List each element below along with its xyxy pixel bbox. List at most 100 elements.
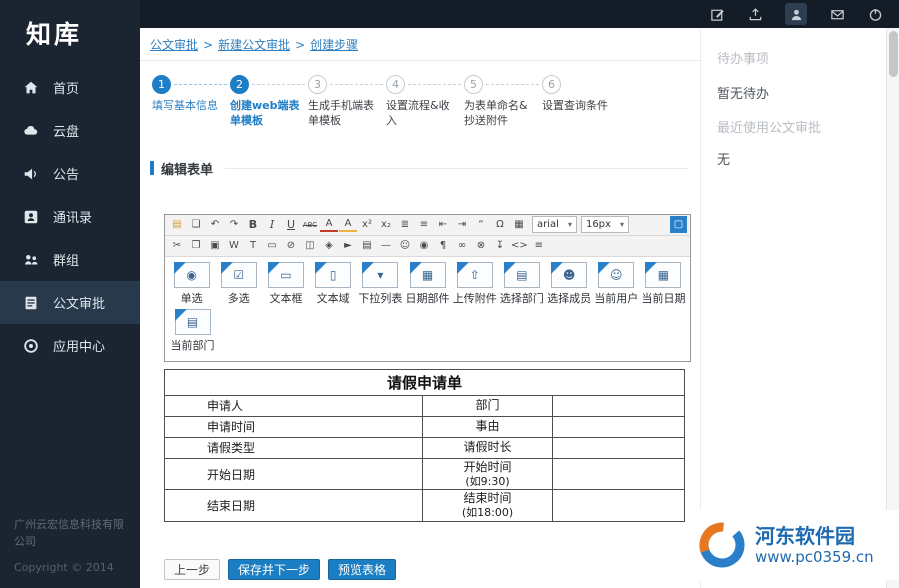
font-family-select[interactable]: arial▾: [532, 216, 577, 233]
upload-widget[interactable]: ⇧ 上传附件: [452, 262, 497, 306]
align-left-icon[interactable]: ≡: [530, 237, 548, 254]
ordered-list-icon[interactable]: ≣: [396, 216, 414, 233]
code-icon[interactable]: <>: [510, 237, 529, 254]
cell-empty[interactable]: [553, 458, 685, 490]
widget-icon: ◉: [174, 262, 210, 288]
select-member-widget[interactable]: ☻ 选择成员: [547, 262, 592, 306]
new-doc-icon[interactable]: ▤: [168, 216, 186, 233]
current-dept-widget[interactable]: ▤ 当前部门: [169, 309, 216, 353]
cell-empty[interactable]: [553, 416, 685, 437]
outdent-icon[interactable]: ⇤: [434, 216, 452, 233]
superscript-icon[interactable]: x²: [358, 216, 376, 233]
cell-empty[interactable]: [553, 490, 685, 522]
step-4: 4 设置流程&收入: [386, 74, 464, 129]
hilite-color-icon[interactable]: A: [339, 217, 357, 232]
font-size-select[interactable]: 16px▾: [581, 216, 629, 233]
widget-icon: ▦: [645, 262, 681, 288]
cell-reason[interactable]: 事由: [423, 416, 553, 437]
cut-icon[interactable]: ✂: [168, 237, 186, 254]
textarea-widget[interactable]: ▯ 文本域: [311, 262, 356, 306]
sidebar-item-document-approval[interactable]: 公文审批: [0, 281, 140, 324]
sidebar-item-home[interactable]: 首页: [0, 66, 140, 109]
blockquote-icon[interactable]: “: [472, 216, 490, 233]
symbol-icon[interactable]: Ω: [491, 216, 509, 233]
bold-icon[interactable]: B: [244, 216, 262, 233]
cell-start-date[interactable]: 开始日期: [165, 458, 423, 490]
radio-widget[interactable]: ◉ 单选: [169, 262, 214, 306]
preview-form-button[interactable]: 预览表格: [328, 559, 396, 580]
mail-icon[interactable]: [829, 6, 845, 22]
image-icon[interactable]: ◫: [301, 237, 319, 254]
preview-icon[interactable]: ❏: [187, 216, 205, 233]
checkbox-widget[interactable]: ☑ 多选: [216, 262, 261, 306]
scrollbar-thumb[interactable]: [889, 31, 898, 77]
strikethrough-icon[interactable]: ABC: [301, 216, 319, 233]
document-approval-icon: [22, 294, 40, 312]
paste-text-icon[interactable]: T: [244, 237, 262, 254]
hr-icon[interactable]: —: [377, 237, 395, 254]
breadcrumb-link-approval[interactable]: 公文审批: [150, 38, 198, 52]
font-color-icon[interactable]: A: [320, 217, 338, 232]
user-icon[interactable]: [785, 3, 807, 25]
unlink-icon[interactable]: ⊗: [472, 237, 490, 254]
select-dept-widget[interactable]: ▤ 选择部门: [499, 262, 544, 306]
anchor-icon[interactable]: ↧: [491, 237, 509, 254]
flash-icon[interactable]: ◈: [320, 237, 338, 254]
cell-apply-time[interactable]: 申请时间: [165, 416, 423, 437]
cell-start-time[interactable]: 开始时间(如9:30): [423, 458, 553, 490]
current-user-widget[interactable]: ☺ 当前用户: [594, 262, 639, 306]
cell-empty[interactable]: [553, 437, 685, 458]
page-break-icon[interactable]: ¶: [434, 237, 452, 254]
power-icon[interactable]: [867, 6, 883, 22]
cell-end-time[interactable]: 结束时间(如18:00): [423, 490, 553, 522]
widget-icon: ▦: [410, 262, 446, 288]
compose-icon[interactable]: [709, 6, 725, 22]
dropdown-widget[interactable]: ▾ 下拉列表: [358, 262, 403, 306]
redo-icon[interactable]: ↷: [225, 216, 243, 233]
underline-icon[interactable]: U: [282, 216, 300, 233]
subscript-icon[interactable]: x₂: [377, 216, 395, 233]
vertical-scrollbar[interactable]: [886, 28, 899, 588]
cell-leave-type[interactable]: 请假类型: [165, 437, 423, 458]
sidebar-item-app-center[interactable]: 应用中心: [0, 324, 140, 367]
sidebar-item-groups[interactable]: 群组: [0, 238, 140, 281]
cell-end-date[interactable]: 结束日期: [165, 490, 423, 522]
italic-icon[interactable]: I: [263, 216, 281, 233]
cell-leave-duration[interactable]: 请假时长: [423, 437, 553, 458]
copy-icon[interactable]: ❐: [187, 237, 205, 254]
select-all-icon[interactable]: ▭: [263, 237, 281, 254]
breadcrumb-link-new-approval[interactable]: 新建公文审批: [218, 38, 290, 52]
paste-word-icon[interactable]: W: [225, 237, 243, 254]
undo-icon[interactable]: ↶: [206, 216, 224, 233]
step-4-circle: 4: [386, 75, 405, 94]
sidebar: 知库 首页 云盘 公告 通讯录 群组: [0, 0, 140, 588]
emoticon-icon[interactable]: ☺: [396, 237, 414, 254]
breadcrumb-link-create-steps[interactable]: 创建步骤: [310, 38, 358, 52]
map-icon[interactable]: ◉: [415, 237, 433, 254]
cell-department[interactable]: 部门: [423, 395, 553, 416]
paste-icon[interactable]: ▣: [206, 237, 224, 254]
previous-step-button[interactable]: 上一步: [164, 559, 220, 580]
current-date-widget[interactable]: ▦ 当前日期: [641, 262, 686, 306]
file-icon[interactable]: ▤: [358, 237, 376, 254]
table-row: 请假类型 请假时长: [165, 437, 685, 458]
media-icon[interactable]: ►: [339, 237, 357, 254]
fullscreen-icon[interactable]: ▢: [670, 216, 687, 233]
upload-icon[interactable]: [747, 6, 763, 22]
sidebar-item-contacts[interactable]: 通讯录: [0, 195, 140, 238]
unordered-list-icon[interactable]: ≡: [415, 216, 433, 233]
date-widget[interactable]: ▦ 日期部件: [405, 262, 450, 306]
insert-table-icon[interactable]: ▦: [510, 216, 528, 233]
textbox-widget[interactable]: ▭ 文本框: [263, 262, 308, 306]
editor-toolbar-row2: ✂❐▣WT▭⊘◫◈►▤—☺◉¶∞⊗↧<>≡: [165, 236, 690, 257]
sidebar-item-cloud-disk[interactable]: 云盘: [0, 109, 140, 152]
indent-icon[interactable]: ⇥: [453, 216, 471, 233]
link-icon[interactable]: ∞: [453, 237, 471, 254]
leave-form-table[interactable]: 请假申请单 申请人 部门 申请时间 事由 请假类型 请假时长: [164, 369, 685, 523]
clear-format-icon[interactable]: ⊘: [282, 237, 300, 254]
cell-empty[interactable]: [553, 395, 685, 416]
sidebar-item-announcements[interactable]: 公告: [0, 152, 140, 195]
save-and-next-button[interactable]: 保存并下一步: [228, 559, 320, 580]
cell-applicant[interactable]: 申请人: [165, 395, 423, 416]
step-6: 6 设置查询条件: [542, 74, 620, 129]
